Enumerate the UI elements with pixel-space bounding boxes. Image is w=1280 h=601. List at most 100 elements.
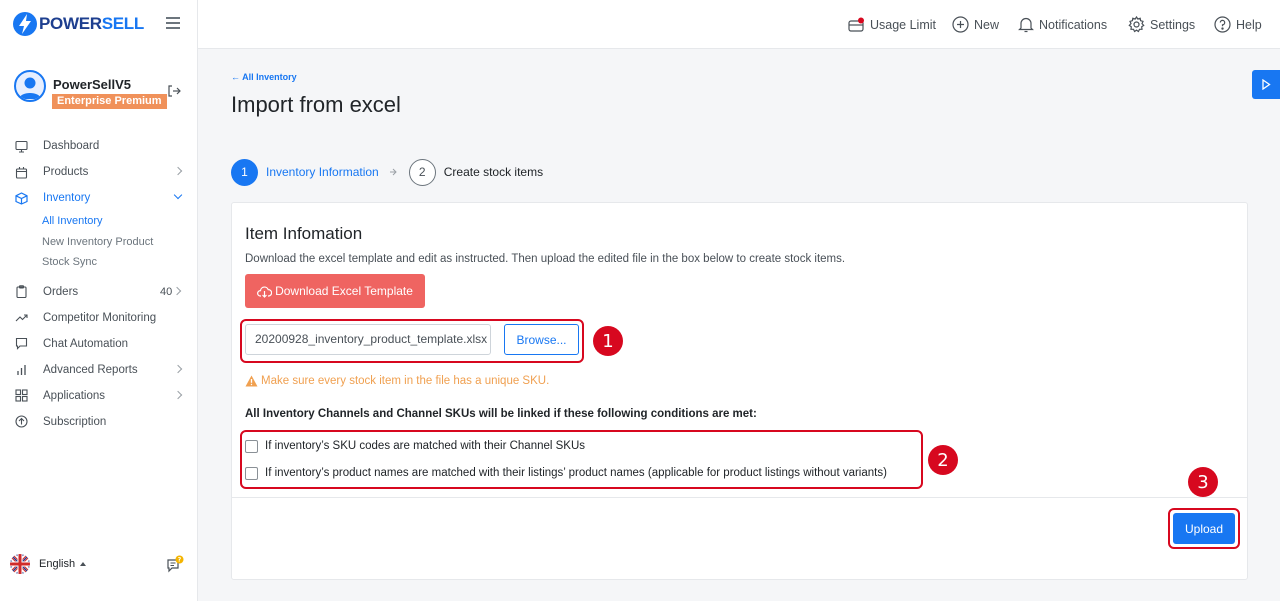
back-arrow: ← <box>231 72 240 82</box>
top-bar: Usage Limit New Notifications Settings H… <box>198 0 1280 49</box>
card-title: Item Infomation <box>245 224 363 243</box>
annotation-badge-3: 3 <box>1188 467 1218 497</box>
help-button[interactable]: Help <box>1214 0 1262 49</box>
annotation-badge-1: 1 <box>593 326 623 356</box>
sidebar-item-advanced-reports[interactable]: Advanced Reports <box>0 357 198 383</box>
chevron-right-icon <box>173 166 183 176</box>
sidebar-item-label: Competitor Monitoring <box>43 311 157 324</box>
sidebar-subitem-all-inventory[interactable]: All Inventory <box>0 211 198 232</box>
sidebar-item-chat-automation[interactable]: Chat Automation <box>0 331 198 357</box>
sidebar-item-dashboard[interactable]: Dashboard <box>0 133 198 159</box>
avatar[interactable] <box>14 70 46 102</box>
menu-toggle-icon[interactable] <box>166 17 180 29</box>
settings-label: Settings <box>1150 17 1196 32</box>
profile: PowerSellV5 Enterprise Premium <box>14 70 184 110</box>
sidebar-item-inventory[interactable]: Inventory <box>0 185 198 211</box>
lightning-logo-icon <box>13 12 37 36</box>
step-2-number: 2 <box>408 158 436 186</box>
sidebar-subitem-stock-sync[interactable]: Stock Sync <box>0 252 198 273</box>
page-title: Import from excel <box>231 92 401 117</box>
back-link-label: All Inventory <box>242 72 297 82</box>
step-arrow-icon <box>389 168 397 176</box>
sidebar-item-label: Inventory <box>43 192 91 204</box>
sidebar-subitem-new-inventory-product[interactable]: New Inventory Product <box>0 232 198 253</box>
card-description: Download the excel template and edit as … <box>245 253 846 265</box>
step-1-number: 1 <box>231 158 258 186</box>
highlight-box-2 <box>240 430 923 489</box>
arrow-up-circle-icon <box>14 415 28 429</box>
sidebar-item-products[interactable]: Products <box>0 159 198 185</box>
usage-limit-icon <box>848 17 864 32</box>
trend-icon <box>14 311 28 325</box>
bar-chart-icon <box>14 363 28 377</box>
play-icon <box>1262 79 1271 90</box>
chevron-right-icon <box>172 286 182 295</box>
support-chat-icon[interactable]: ? <box>166 555 184 573</box>
powersell-logo[interactable]: POWERSELL <box>12 10 144 38</box>
notifications-label: Notifications <box>1039 17 1108 32</box>
new-label: New <box>974 17 1000 32</box>
plus-circle-icon <box>952 16 969 33</box>
caret-up-icon <box>80 562 87 566</box>
language-label: English <box>39 558 76 570</box>
sidebar-item-subscription[interactable]: Subscription <box>0 409 198 435</box>
back-to-all-inventory-link[interactable]: ← All Inventory <box>231 72 297 82</box>
sidebar-item-label: Applications <box>43 389 106 402</box>
box-icon <box>14 165 28 179</box>
settings-button[interactable]: Settings <box>1128 0 1195 49</box>
unique-sku-warning: Make sure every stock item in the file h… <box>245 375 549 387</box>
warning-text: Make sure every stock item in the file h… <box>261 375 550 387</box>
logo-text-prefix: POWER <box>39 14 102 33</box>
sidebar-nav: Dashboard Products Inventory All Invento… <box>0 133 198 435</box>
warning-icon <box>245 375 258 387</box>
download-excel-template-button[interactable]: Download Excel Template <box>245 274 425 308</box>
step-1-label: Inventory Information <box>266 165 379 179</box>
logo-text-suffix: SELL <box>101 14 145 33</box>
notifications-button[interactable]: Notifications <box>1018 0 1107 49</box>
language-selector[interactable]: English <box>10 554 87 574</box>
orders-count: 40 <box>160 285 173 298</box>
sidebar-item-label: Subscription <box>43 415 107 428</box>
usage-limit-label: Usage Limit <box>870 17 936 32</box>
upload-button[interactable]: Upload <box>1173 513 1235 544</box>
plan-badge: Enterprise Premium <box>52 94 167 109</box>
sidebar-item-orders[interactable]: Orders 40 <box>0 279 198 305</box>
annotation-badge-2: 2 <box>928 445 958 475</box>
monitor-icon <box>14 139 28 153</box>
svg-text:?: ? <box>178 557 182 564</box>
chevron-right-icon <box>173 390 183 399</box>
help-circle-icon <box>1214 16 1231 33</box>
new-button[interactable]: New <box>952 0 999 49</box>
cube-icon <box>14 191 28 205</box>
stepper: 1 Inventory Information 2 Create stock i… <box>231 158 543 186</box>
profile-name: PowerSellV5 <box>53 77 132 92</box>
sidebar-item-label: Products <box>43 166 89 178</box>
chevron-down-icon <box>173 190 183 200</box>
help-label: Help <box>1236 17 1262 32</box>
chevron-right-icon <box>173 364 183 373</box>
cloud-download-icon <box>257 285 273 298</box>
sidebar-item-label: Orders <box>43 285 79 298</box>
side-panel-toggle[interactable] <box>1252 70 1280 99</box>
user-avatar-icon <box>19 77 41 99</box>
logout-icon[interactable] <box>167 84 181 98</box>
bell-icon <box>1018 17 1034 33</box>
uk-flag-icon <box>10 554 30 574</box>
grid-icon <box>14 389 28 403</box>
clipboard-icon <box>14 285 28 299</box>
card-divider <box>232 497 1247 498</box>
conditions-title: All Inventory Channels and Channel SKUs … <box>245 408 757 420</box>
download-button-label: Download Excel Template <box>275 284 413 298</box>
step-2-label: Create stock items <box>443 165 544 179</box>
gear-icon <box>1128 16 1145 33</box>
sidebar: POWERSELL PowerSellV5 Enterprise Premium… <box>0 0 198 601</box>
sidebar-item-label: Chat Automation <box>43 337 129 350</box>
chat-icon <box>14 337 28 351</box>
sidebar-item-competitor-monitoring[interactable]: Competitor Monitoring <box>0 305 198 331</box>
item-information-card: Item Infomation Download the excel templ… <box>231 202 1248 580</box>
usage-limit-button[interactable]: Usage Limit <box>848 0 936 49</box>
sidebar-item-label: Dashboard <box>43 140 100 152</box>
sidebar-item-label: Advanced Reports <box>43 363 138 376</box>
sidebar-item-applications[interactable]: Applications <box>0 383 198 409</box>
highlight-box-1 <box>240 319 584 363</box>
